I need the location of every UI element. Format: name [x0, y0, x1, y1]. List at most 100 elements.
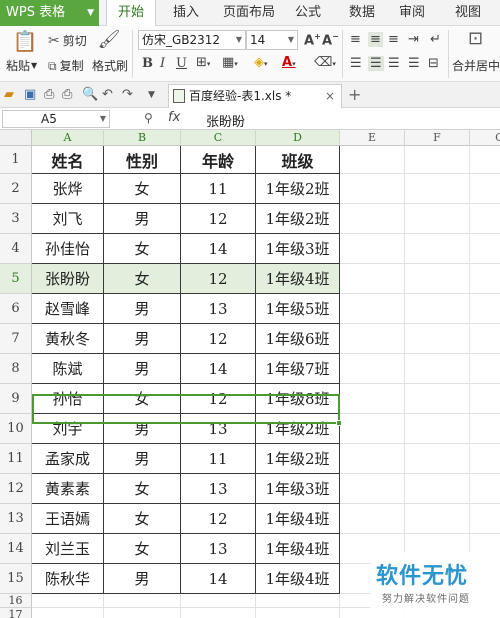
table-cell[interactable] [405, 146, 470, 174]
table-cell[interactable]: 女 [104, 384, 181, 414]
table-cell[interactable]: 11 [181, 444, 256, 474]
table-cell[interactable]: 女 [104, 474, 181, 504]
table-cell[interactable]: 14 [181, 564, 256, 594]
table-cell[interactable] [470, 414, 500, 444]
table-cell[interactable] [340, 474, 405, 504]
table-cell[interactable]: 张烨 [32, 174, 104, 204]
cut-button[interactable]: ✂ 剪切 [48, 32, 87, 49]
row-header[interactable]: 10 [0, 414, 32, 444]
save-icon[interactable]: ▣ [24, 87, 36, 102]
table-cell[interactable]: 1年级3班 [256, 234, 340, 264]
row-header[interactable]: 6 [0, 294, 32, 324]
export-pdf-icon[interactable]: ⎙ [44, 87, 54, 102]
table-cell[interactable] [405, 234, 470, 264]
table-cell[interactable]: 13 [181, 414, 256, 444]
open-folder-icon[interactable]: ▰ [4, 87, 14, 102]
table-cell[interactable]: 13 [181, 534, 256, 564]
table-cell[interactable]: 张盼盼 [32, 264, 104, 294]
table-cell[interactable] [405, 504, 470, 534]
table-cell[interactable] [470, 354, 500, 384]
column-header[interactable]: B [104, 130, 181, 146]
table-cell[interactable] [405, 384, 470, 414]
row-header[interactable]: 7 [0, 324, 32, 354]
table-cell[interactable]: 黄素素 [32, 474, 104, 504]
tab-home[interactable]: 开始 [106, 0, 156, 27]
table-cell[interactable]: 王语嫣 [32, 504, 104, 534]
table-cell[interactable] [340, 414, 405, 444]
customize-toolbar-icon[interactable]: ▼ [148, 90, 155, 100]
table-cell[interactable] [405, 174, 470, 204]
table-cell[interactable] [340, 264, 405, 294]
zoom-formula-icon[interactable]: ⚲ [144, 111, 153, 125]
row-header[interactable]: 5 [0, 264, 32, 294]
table-cell[interactable] [405, 324, 470, 354]
table-cell[interactable]: 1年级5班 [256, 294, 340, 324]
new-tab-icon[interactable]: + [348, 85, 361, 104]
table-cell[interactable] [470, 384, 500, 414]
table-cell[interactable]: 12 [181, 204, 256, 234]
align-left-icon[interactable]: ☰ [350, 56, 362, 71]
table-cell[interactable]: 1年级4班 [256, 504, 340, 534]
table-cell[interactable] [104, 594, 181, 608]
table-cell[interactable]: 男 [104, 564, 181, 594]
document-tab[interactable]: 百度经验-表1.xls * × [168, 84, 342, 108]
row-header[interactable]: 1 [0, 146, 32, 174]
table-cell[interactable] [405, 474, 470, 504]
align-center-icon[interactable]: ☰ [368, 56, 384, 71]
distributed-align-icon[interactable]: ⊟ [428, 56, 439, 71]
underline-icon[interactable]: U [176, 56, 187, 71]
row-header[interactable]: 17 [0, 608, 32, 618]
table-cell[interactable] [32, 594, 104, 608]
table-cell[interactable] [340, 234, 405, 264]
table-cell[interactable]: 孙怡 [32, 384, 104, 414]
format-painter-button[interactable]: 🖌 [94, 30, 124, 50]
row-header[interactable]: 4 [0, 234, 32, 264]
spreadsheet-grid[interactable]: A B C D E F G 1 2 3 4 5 6 7 8 9 10 11 12 13 14 15 16 17 姓名 性别 年龄 班级… [0, 130, 500, 618]
table-cell[interactable] [32, 608, 104, 618]
column-header[interactable]: A [32, 130, 104, 146]
table-cell[interactable] [104, 608, 181, 618]
table-cell[interactable]: 12 [181, 384, 256, 414]
table-cell[interactable]: 1年级3班 [256, 474, 340, 504]
table-cell[interactable]: 刘宇 [32, 414, 104, 444]
insert-function-icon[interactable]: fx [168, 110, 180, 125]
justify-icon[interactable]: ☰ [408, 56, 420, 71]
table-cell[interactable] [340, 294, 405, 324]
tab-insert[interactable]: 插入 [164, 0, 208, 26]
fill-handle[interactable] [336, 420, 342, 426]
table-cell[interactable]: 1年级8班 [256, 384, 340, 414]
table-cell[interactable] [340, 174, 405, 204]
row-header[interactable]: 9 [0, 384, 32, 414]
table-cell[interactable] [340, 354, 405, 384]
table-cell[interactable] [405, 444, 470, 474]
wrap-text-icon[interactable]: ↵ [430, 32, 441, 47]
table-cell[interactable]: 1年级4班 [256, 264, 340, 294]
table-cell[interactable]: 14 [181, 354, 256, 384]
align-bottom-icon[interactable]: ≡ [388, 32, 399, 47]
table-cell[interactable]: 刘兰玉 [32, 534, 104, 564]
align-middle-icon[interactable]: ≡ [368, 32, 383, 47]
row-header[interactable]: 2 [0, 174, 32, 204]
table-cell[interactable]: 赵雪峰 [32, 294, 104, 324]
table-cell[interactable] [340, 504, 405, 534]
close-icon[interactable]: × [325, 85, 335, 107]
table-cell[interactable] [181, 608, 256, 618]
row-header[interactable]: 16 [0, 594, 32, 608]
table-cell[interactable] [470, 204, 500, 234]
copy-button[interactable]: ⧉ 复制 [48, 57, 84, 74]
merge-center-button[interactable]: 合并居中 [452, 57, 500, 74]
table-cell[interactable]: 1年级6班 [256, 324, 340, 354]
table-cell[interactable]: 黄秋冬 [32, 324, 104, 354]
table-cell[interactable] [470, 174, 500, 204]
table-cell[interactable] [470, 444, 500, 474]
table-cell[interactable]: 1年级4班 [256, 564, 340, 594]
table-cell[interactable]: 女 [104, 174, 181, 204]
table-cell[interactable] [405, 354, 470, 384]
table-header-cell[interactable]: 年龄 [181, 146, 256, 174]
tab-data[interactable]: 数据 [340, 0, 384, 26]
table-cell[interactable]: 女 [104, 234, 181, 264]
table-cell[interactable] [340, 324, 405, 354]
table-cell[interactable]: 13 [181, 294, 256, 324]
table-cell[interactable]: 孟家成 [32, 444, 104, 474]
bold-icon[interactable]: B [142, 56, 153, 71]
